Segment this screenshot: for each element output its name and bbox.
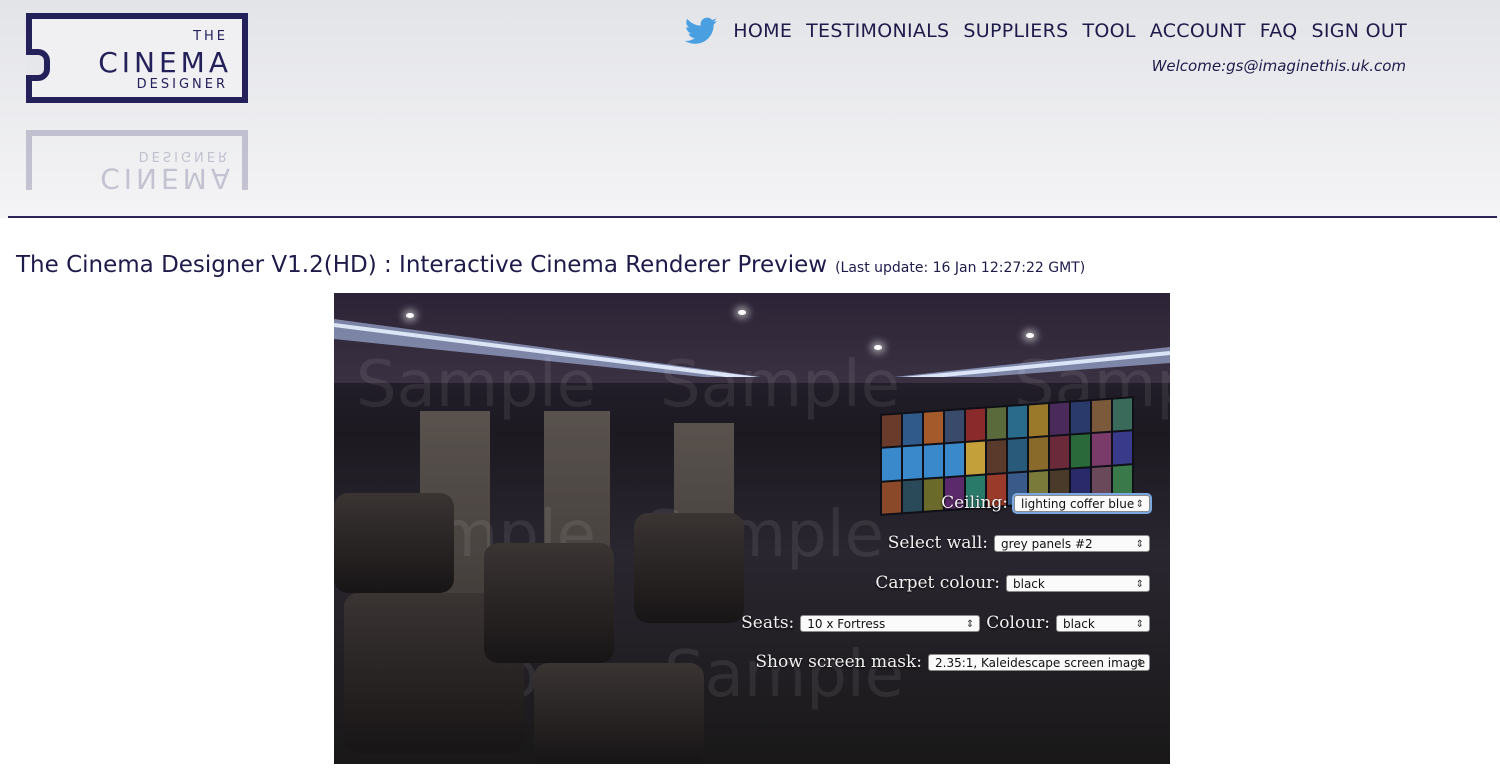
select-arrows-icon: ⇕ [1135,578,1144,590]
nav-tool[interactable]: TOOL [1082,20,1135,42]
nav-home[interactable]: HOME [733,20,792,42]
nav-suppliers[interactable]: SUPPLIERS [963,20,1068,42]
screen-mask-label: Show screen mask: [755,652,922,672]
twitter-bird-icon[interactable] [685,17,718,45]
seat-colour-select-value: black [1063,616,1095,631]
wall-select[interactable]: grey panels #2 ⇕ [994,534,1150,552]
seat-colour-label: Colour: [986,613,1050,633]
seats-label: Seats: [741,613,795,633]
select-arrows-icon: ⇕ [965,618,975,630]
main-nav: HOME TESTIMONIALS SUPPLIERS TOOL ACCOUNT… [685,17,1407,45]
logo-notch [26,49,50,81]
logo-line-1: THE [193,29,228,44]
logo-reflection-text-1: DESIGNER [138,148,230,163]
cinema-render-preview: Sample Sample Sample Sample Sample Sampl… [334,293,1170,764]
screen-mask-control: Show screen mask: 2.35:1, Kaleidescape s… [755,652,1150,672]
carpet-control: Carpet colour: black ⇕ [875,573,1150,593]
nav-testimonials[interactable]: TESTIMONIALS [806,20,949,42]
welcome-text: Welcome:gs@imaginethis.uk.com [1151,57,1406,75]
seats-control: Seats: 10 x Fortress ⇕ Colour: black ⇕ [741,613,1150,633]
nav-sign-out[interactable]: SIGN OUT [1311,20,1407,42]
page-title-text: The Cinema Designer V1.2(HD) : Interacti… [16,252,828,278]
seats-select[interactable]: 10 x Fortress ⇕ [800,614,981,632]
render-controls: Ceiling: lighting coffer blue ⇕ Select w… [334,293,1170,764]
seat-colour-select[interactable]: black ⇕ [1056,614,1150,632]
nav-faq[interactable]: FAQ [1260,20,1298,42]
carpet-label: Carpet colour: [875,573,1000,593]
seats-select-value: 10 x Fortress [807,616,886,631]
logo-reflection: DESIGNER CINEMA [26,130,248,190]
select-arrows-icon: ⇕ [1135,538,1144,550]
select-arrows-icon: ⇕ [1135,657,1144,669]
ceiling-control: Ceiling: lighting coffer blue ⇕ [941,493,1150,513]
page-title: The Cinema Designer V1.2(HD) : Interacti… [16,252,1085,278]
logo-line-2: CINEMA [98,46,232,79]
logo-reflection-text-2: CINEMA [100,162,234,190]
last-update: (Last update: 16 Jan 12:27:22 GMT) [835,260,1086,276]
wall-control: Select wall: grey panels #2 ⇕ [888,533,1150,553]
carpet-select-value: black [1013,576,1045,591]
wall-select-value: grey panels #2 [1001,536,1093,551]
ceiling-select[interactable]: lighting coffer blue ⇕ [1014,494,1150,512]
select-arrows-icon: ⇕ [1135,498,1144,510]
logo-line-3: DESIGNER [136,77,228,92]
site-logo[interactable]: THE CINEMA DESIGNER [26,13,248,103]
screen-mask-select[interactable]: 2.35:1, Kaleidescape screen image ⇕ [928,653,1150,671]
carpet-select[interactable]: black ⇕ [1006,574,1150,592]
ceiling-label: Ceiling: [941,493,1008,513]
header-divider [8,216,1497,218]
wall-label: Select wall: [887,533,988,553]
ceiling-select-value: lighting coffer blue [1021,496,1135,511]
select-arrows-icon: ⇕ [1135,618,1144,630]
screen-mask-select-value: 2.35:1, Kaleidescape screen image [935,655,1146,670]
nav-account[interactable]: ACCOUNT [1150,20,1246,42]
